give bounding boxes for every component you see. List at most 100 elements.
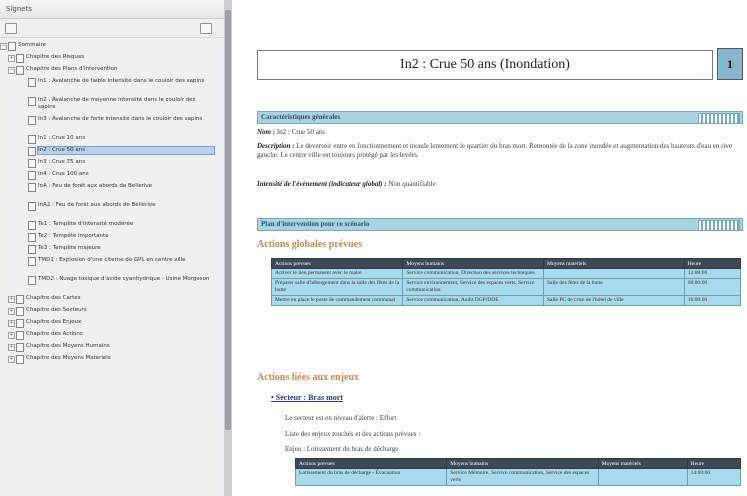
- bookmark-item[interactable]: In2 : Avalanche de moyenne intensité dan…: [0, 97, 220, 114]
- bookmark-item[interactable]: In1 : Avalanche de faible intensité dans…: [0, 78, 220, 95]
- bookmark-label: InA : Feu de forêt aux abords de Belleri…: [38, 183, 153, 189]
- linked-actions-heading: Actions liées aux enjeux: [257, 372, 359, 383]
- section-characteristics: Caractéristiques générales: [257, 111, 743, 124]
- bookmark-item[interactable]: − Sommaire: [0, 42, 220, 52]
- bookmark-item[interactable]: + Chapitre des Secteurs: [0, 307, 220, 317]
- expand-icon[interactable]: +: [8, 332, 15, 339]
- bookmark-item[interactable]: + Chapitre des Moyens Matériels: [0, 355, 220, 365]
- bookmark-label: Te2 : Tempête importante: [38, 233, 109, 239]
- expand-icon[interactable]: +: [8, 55, 15, 62]
- section-characteristics-title: Caractéristiques générales: [261, 113, 341, 121]
- scrollbar-thumb[interactable]: [225, 10, 231, 430]
- table-header-cell: Actions prévues: [270, 258, 404, 269]
- bookmark-icon: [16, 331, 24, 340]
- table-header-cell: Moyens matériels: [597, 458, 688, 469]
- description-line: Description : Le deversoir entre en fonc…: [257, 142, 732, 159]
- bookmark-label: TMD2 : Nuage toxique d'acide cyanhydriqu…: [38, 276, 210, 282]
- section-stripes-icon: [698, 113, 740, 124]
- table-cell: Activer le lieu permanent avec le maire: [270, 268, 404, 279]
- table-cell: 14:00:00: [686, 468, 742, 486]
- table-cell: 08:00:00: [683, 278, 742, 296]
- bookmark-item[interactable]: Te3 : Tempête majeure: [0, 245, 220, 255]
- bookmark-item[interactable]: InA : Feu de forêt aux abords de Belleri…: [0, 183, 220, 200]
- table-cell: Service environnement, Service des espac…: [402, 278, 544, 296]
- bookmark-label: In1 : Avalanche de faible intensité dans…: [38, 78, 205, 84]
- name-line: Nom : In2 : Crue 50 ans: [257, 128, 326, 136]
- document-page: In2 : Crue 50 ans (Inondation) 1 Caracté…: [233, 0, 747, 496]
- bookmark-label: In1 : Crue 10 ans: [38, 135, 86, 141]
- table-row: Activer le lieu permanent avec le maire S…: [270, 268, 742, 279]
- bookmark-icon: [28, 135, 36, 144]
- global-actions-table: Actions prévues Moyens humains Moyens maté…: [270, 258, 742, 306]
- panel-toolbar: [0, 19, 224, 38]
- bookmark-label: Chapitre des Enjeux: [26, 319, 82, 325]
- bookmark-item[interactable]: − Chapitre des Plans d'Intervention: [0, 66, 220, 76]
- bookmark-item[interactable]: In3 : Avalanche de forte intensité dans …: [0, 116, 220, 133]
- sector-alert: Le secteur est en niveau d'alerte : Effo…: [285, 414, 397, 422]
- collapse-icon[interactable]: −: [0, 43, 7, 50]
- bookmark-item[interactable]: In3 : Crue 75 ans: [0, 159, 220, 169]
- page-number: 1: [717, 48, 743, 80]
- bookmark-item[interactable]: TMD2 : Nuage toxique d'acide cyanhydriqu…: [0, 276, 220, 293]
- bookmark-item[interactable]: Te1 : Tempête d'intensité modérée: [0, 221, 220, 231]
- bookmark-item[interactable]: + Chapitre des Actions: [0, 331, 220, 341]
- bookmark-label: Chapitre des Actions: [26, 331, 83, 337]
- bookmark-item[interactable]: Te2 : Tempête importante: [0, 233, 220, 243]
- panel-title: Signets: [0, 0, 224, 19]
- bookmark-label: Chapitre des Cartes: [26, 295, 81, 301]
- table-row: Mettre en place le poste de commandement…: [270, 295, 742, 306]
- bookmark-label: In4 : Crue 100 ans: [38, 171, 89, 177]
- table-header-cell: Moyens matériels: [543, 258, 685, 269]
- expand-icon[interactable]: [200, 23, 212, 34]
- bookmark-label: Sommaire: [18, 42, 46, 48]
- bookmark-label: Chapitre des Moyens Matériels: [26, 355, 111, 361]
- bookmark-label: Chapitre des Secteurs: [26, 307, 87, 313]
- bookmark-item[interactable]: + Chapitre des Enjeux: [0, 319, 220, 329]
- table-cell: Mettre en place le poste de commandement…: [270, 295, 404, 306]
- intensity-line: Intensité de l'évènement (indicateur glo…: [257, 180, 436, 188]
- table-header-cell: Actions prévues: [294, 458, 448, 469]
- bookmark-icon: [28, 257, 36, 266]
- table-header-cell: Moyens humains: [446, 458, 599, 469]
- table-cell: [597, 468, 688, 486]
- table-header-cell: Heure: [683, 258, 742, 269]
- sector-list-label: Liste des enjeux touchés et des actions …: [285, 430, 421, 438]
- table-cell: Préparer salle d'hébergement dans la sal…: [270, 278, 404, 296]
- bookmark-item[interactable]: InA2 : Feu de forêt aux abords de Beller…: [0, 202, 220, 219]
- section-intervention: Plan d'intervention pour ce scénario: [257, 218, 743, 231]
- bookmark-icon: [16, 307, 24, 316]
- bookmark-item[interactable]: In4 : Crue 100 ans: [0, 171, 220, 181]
- expand-icon[interactable]: +: [8, 344, 15, 351]
- bookmark-item[interactable]: In2 : Crue 50 ans: [0, 146, 220, 157]
- bookmark-label: Chapitre des Moyens Humains: [26, 343, 110, 349]
- expand-icon[interactable]: +: [8, 308, 15, 315]
- bookmark-item[interactable]: In1 : Crue 10 ans: [0, 135, 220, 145]
- table-cell: 16:00:00: [683, 295, 742, 306]
- collapse-icon[interactable]: −: [8, 67, 15, 74]
- scrollbar[interactable]: [224, 0, 232, 496]
- page-title: In2 : Crue 50 ans (Inondation): [257, 50, 713, 80]
- expand-icon[interactable]: +: [8, 320, 15, 327]
- issue-actions-table: Actions prévues Moyens humains Moyens maté…: [294, 458, 742, 486]
- bookmark-label: Te1 : Tempête d'intensité modérée: [38, 221, 134, 227]
- options-icon[interactable]: [5, 23, 17, 34]
- table-cell: Service Mémoire, Service communication, …: [446, 468, 599, 486]
- bookmark-icon: [28, 78, 36, 87]
- bookmark-label: In2 : Avalanche de moyenne intensité dan…: [38, 97, 196, 110]
- bookmark-icon: [28, 233, 36, 242]
- bookmark-item[interactable]: + Chapitre des Risques: [0, 54, 220, 64]
- bookmark-item[interactable]: + Chapitre des Moyens Humains: [0, 343, 220, 353]
- sector-link[interactable]: • Secteur : Bras mort: [271, 393, 343, 402]
- bookmark-icon: [16, 295, 24, 304]
- bookmark-item[interactable]: + Chapitre des Cartes: [0, 295, 220, 305]
- bookmark-label: In2 : Crue 50 ans: [37, 146, 215, 155]
- table-cell: Service communication, Audit DGP/DDE: [402, 295, 544, 306]
- table-cell: [543, 268, 685, 279]
- expand-icon[interactable]: +: [8, 356, 15, 363]
- bookmark-item[interactable]: TMD1 : Explosion d'une citerne de GPL en…: [0, 257, 220, 274]
- bookmark-icon: [28, 171, 36, 180]
- table-row: Lotissement du bras de décharge - Évacua…: [294, 468, 742, 486]
- expand-icon[interactable]: +: [8, 296, 15, 303]
- table-header-cell: Moyens humains: [402, 258, 544, 269]
- bookmark-icon: [16, 319, 24, 328]
